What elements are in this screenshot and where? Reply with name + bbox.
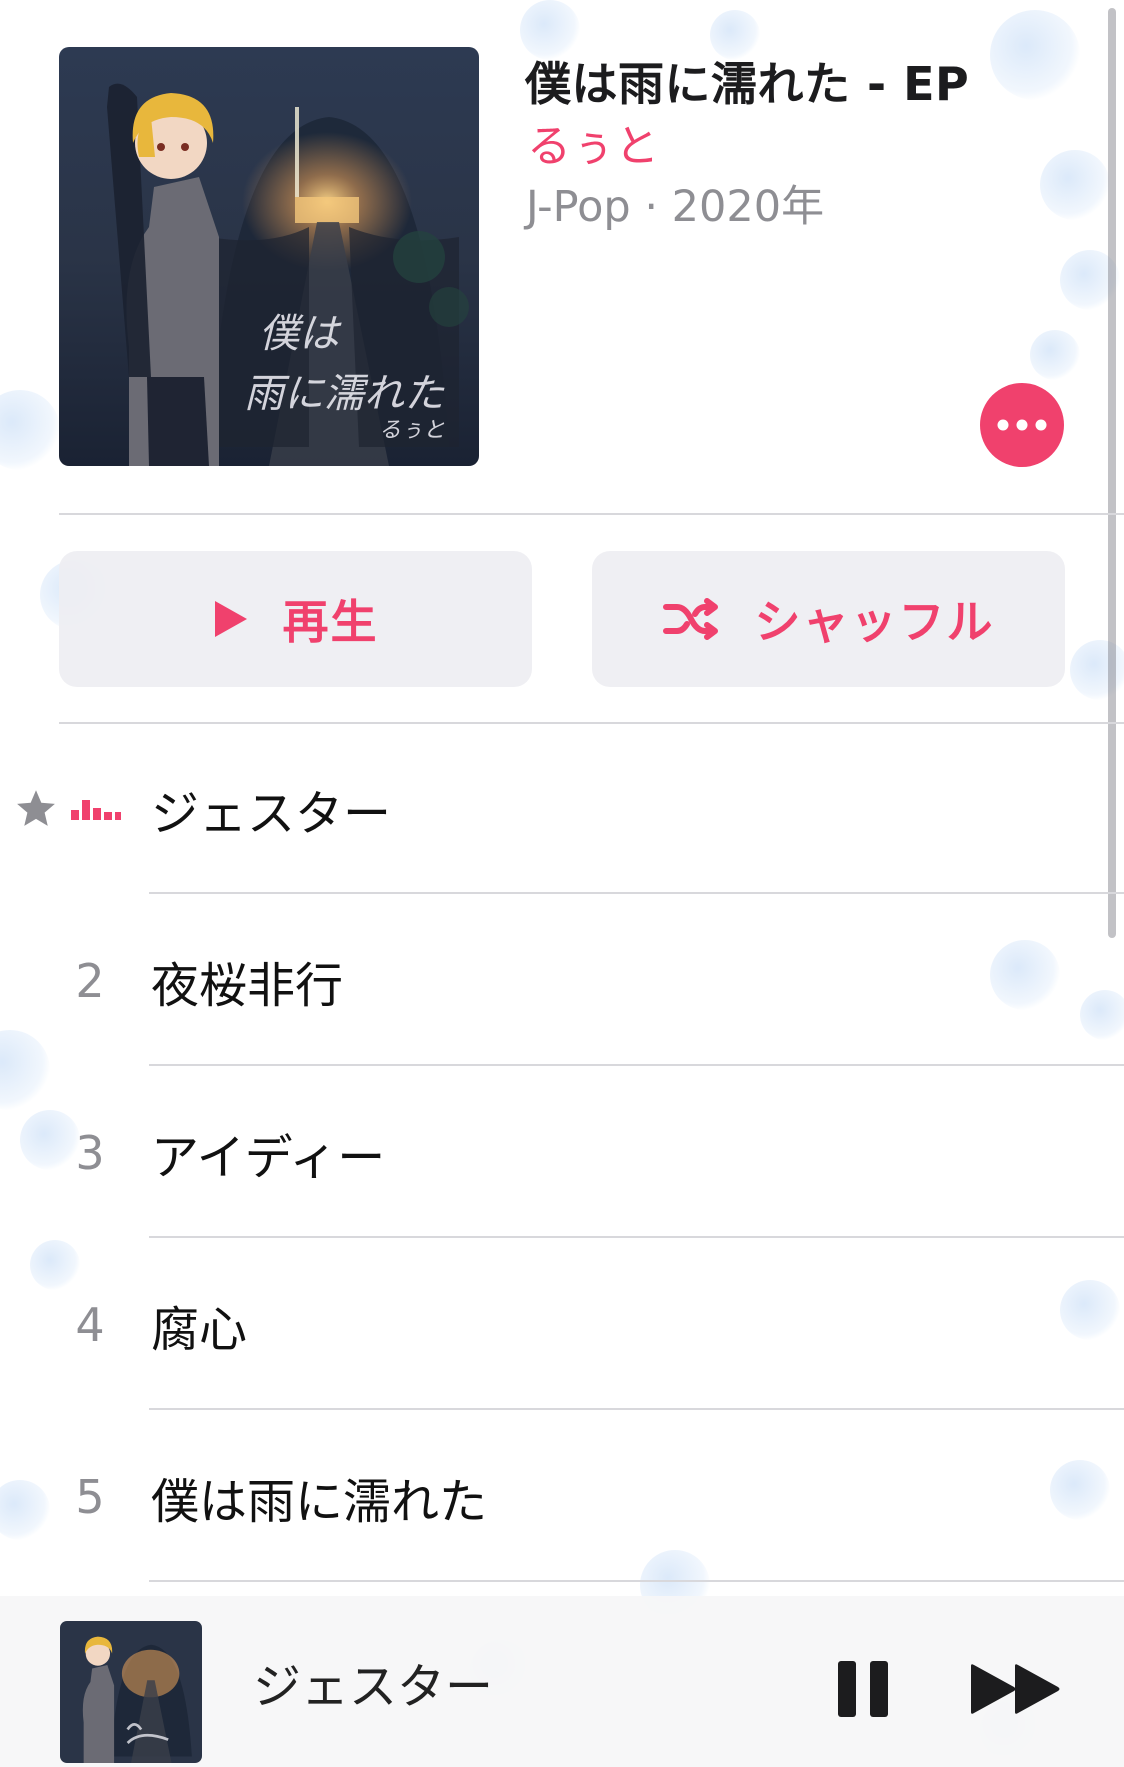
header-divider (59, 513, 1124, 515)
shuffle-label: シャッフル (754, 595, 995, 649)
album-meta: J-Pop · 2020年 (526, 182, 825, 232)
track-title: 夜桜非行 (151, 957, 344, 1014)
fast-forward-icon (971, 1664, 1060, 1714)
track-number: 2 (75, 953, 105, 1008)
artist-link[interactable]: るぅと (527, 110, 659, 174)
mini-player-artwork[interactable] (60, 1621, 202, 1763)
track-number: 3 (75, 1125, 105, 1180)
track-row-2[interactable]: 2 夜桜非行 (0, 895, 1124, 1066)
pause-button[interactable] (836, 1659, 890, 1723)
track-title: 僕は雨に濡れた (151, 1473, 488, 1530)
row-separator (149, 1236, 1124, 1238)
play-button[interactable]: 再生 (59, 551, 532, 687)
cover-text-3: るぅと (379, 418, 445, 443)
track-title: アイディー (151, 1129, 386, 1186)
track-row-4[interactable]: 4 腐心 (0, 1239, 1124, 1410)
album-title: 僕は雨に濡れた - EP (525, 57, 970, 111)
row-separator (149, 1580, 1124, 1582)
row-separator (149, 1064, 1124, 1066)
cover-text-1: 僕は (259, 311, 342, 357)
shuffle-button[interactable]: シャッフル (592, 551, 1065, 687)
album-artwork: 僕は 雨に濡れた るぅと (59, 47, 479, 466)
track-title: ジェスター (151, 785, 392, 842)
mini-player[interactable]: ジェスター (0, 1596, 1124, 1767)
ellipsis-icon (997, 419, 1047, 431)
track-number: 5 (75, 1469, 105, 1524)
track-row-1[interactable]: ジェスター (0, 723, 1124, 894)
track-title: 腐心 (151, 1301, 248, 1358)
play-icon (214, 601, 247, 637)
next-track-button[interactable] (969, 1663, 1063, 1719)
cover-text-2: 雨に濡れた (244, 371, 445, 417)
track-row-3[interactable]: 3 アイディー (0, 1067, 1124, 1238)
pause-icon (838, 1661, 888, 1717)
now-playing-title: ジェスター (253, 1658, 494, 1715)
row-separator (149, 1408, 1124, 1410)
row-separator (149, 892, 1124, 894)
shuffle-icon (662, 598, 718, 640)
track-number: 4 (75, 1297, 105, 1352)
play-label: 再生 (282, 595, 379, 649)
track-row-5[interactable]: 5 僕は雨に濡れた (0, 1411, 1124, 1582)
now-playing-equalizer-icon (71, 799, 121, 820)
more-options-button[interactable] (980, 383, 1064, 467)
star-icon (17, 789, 55, 826)
